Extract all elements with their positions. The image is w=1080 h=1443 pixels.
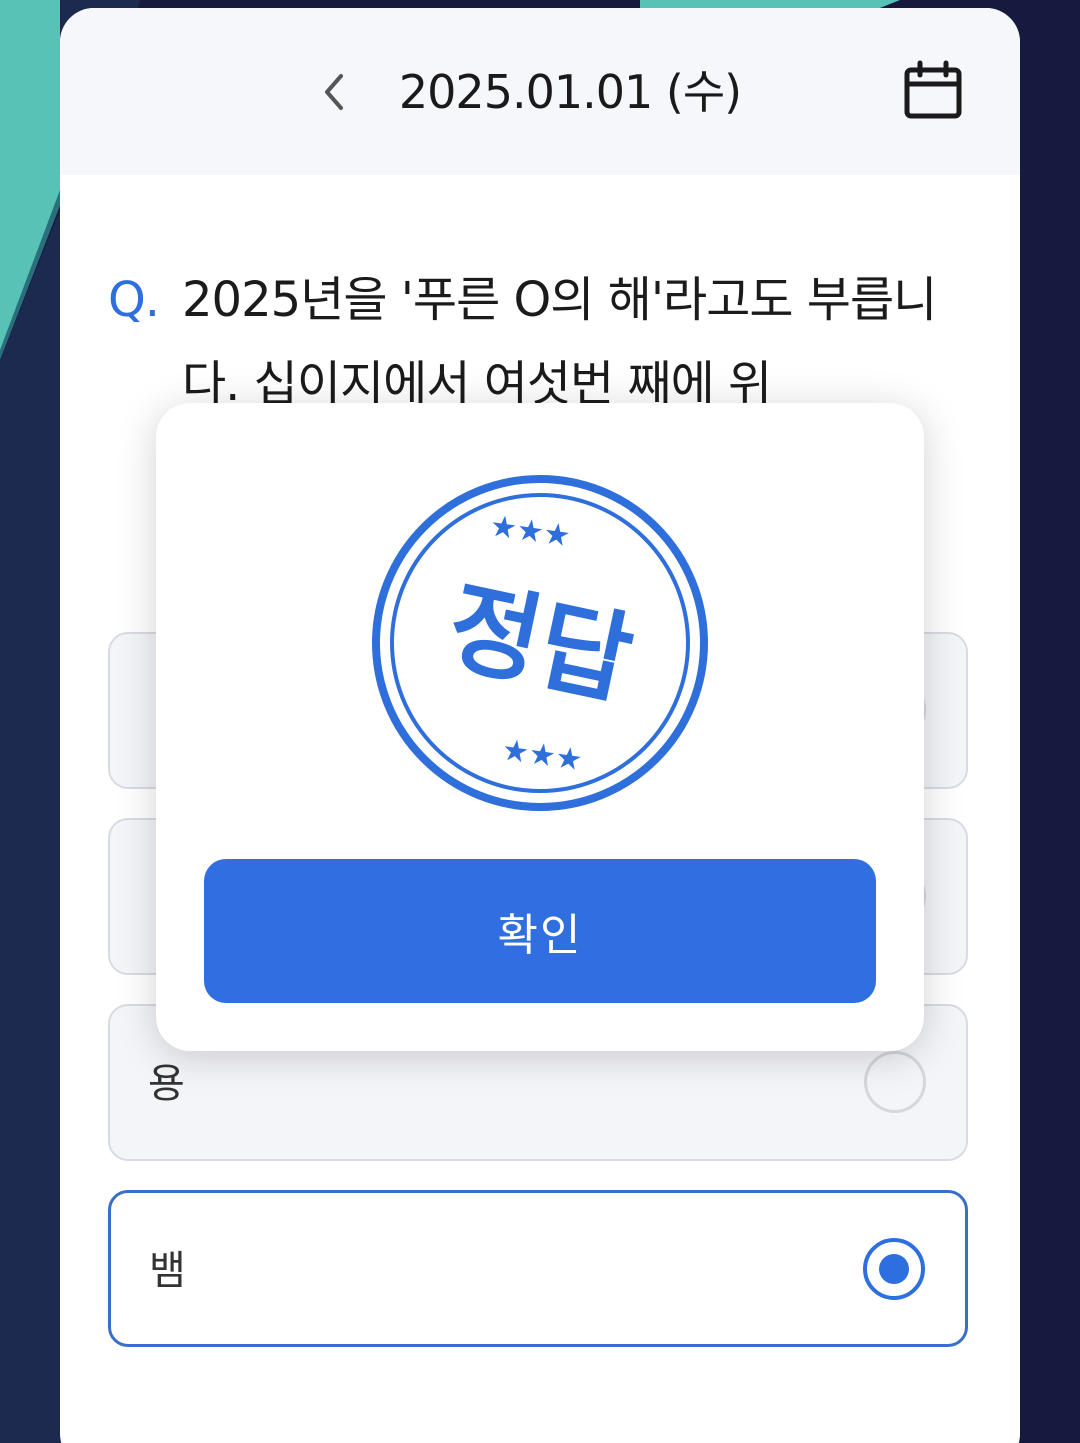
option-label: 용 (148, 1061, 185, 1107)
option-label: 뱀 (149, 1248, 186, 1294)
back-button[interactable] (310, 62, 358, 122)
calendar-button[interactable] (902, 60, 964, 122)
correct-stamp-icon: ★★★ ★★★ 정답 (372, 475, 708, 811)
svg-text:★★★: ★★★ (500, 733, 585, 779)
chevron-left-icon (325, 74, 343, 110)
question-text: 2025년을 '푸른 O의 해'라고도 부릅니다. 십이지에서 여섯번 째에 위 (182, 272, 937, 412)
radio-button[interactable] (864, 1051, 926, 1113)
app-screen: 2025.01.01 (수) Q. 2025년을 '푸른 O의 해'라고도 부릅… (0, 0, 1080, 1443)
radio-selected-dot (879, 1254, 909, 1284)
date-header: 2025.01.01 (수) (60, 8, 1020, 175)
question-marker: Q. (108, 272, 160, 328)
result-modal: ★★★ ★★★ 정답 확인 (156, 403, 924, 1051)
calendar-icon (904, 60, 962, 119)
stamp-text: 정답 (438, 567, 642, 720)
confirm-button[interactable]: 확인 (204, 859, 876, 1003)
date-title: 2025.01.01 (수) (398, 65, 742, 119)
radio-button-selected[interactable] (863, 1238, 925, 1300)
svg-text:★★★: ★★★ (488, 509, 573, 555)
option-4[interactable]: 뱀 (108, 1190, 968, 1347)
